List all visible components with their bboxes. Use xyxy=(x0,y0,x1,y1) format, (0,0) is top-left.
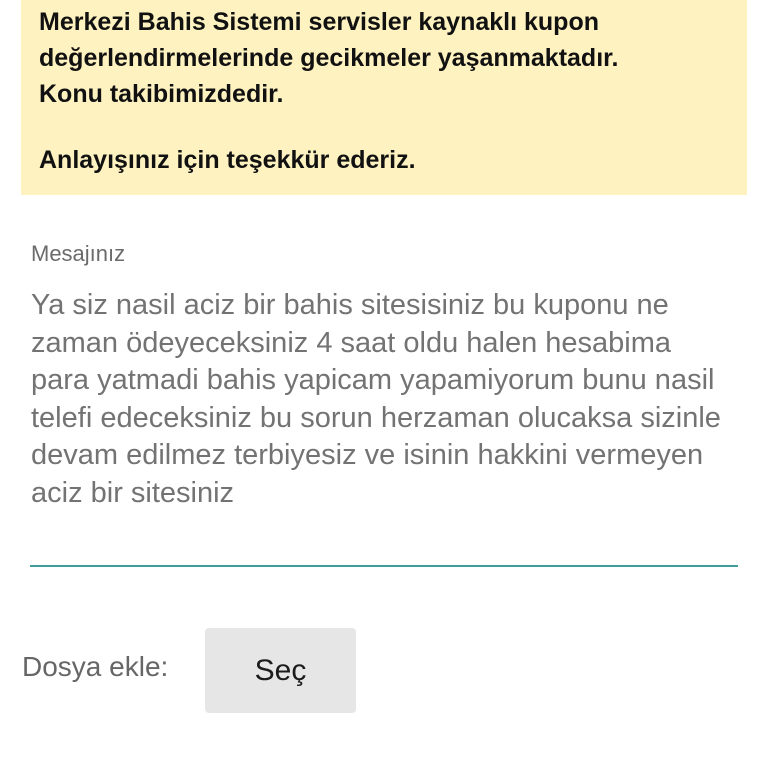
message-field-label: Mesajınız xyxy=(31,241,126,266)
notice-line-4: Anlayışınız için teşekkür ederiz. xyxy=(39,146,416,174)
notice-line-1: Merkezi Bahis Sistemi servisler kaynaklı… xyxy=(39,8,599,36)
message-field-underline xyxy=(30,565,738,567)
notice-line-3: Konu takibimizdedir. xyxy=(39,80,284,108)
attachment-label: Dosya ekle: xyxy=(22,651,169,682)
notice-spacer xyxy=(39,112,729,142)
service-delay-notice: Merkezi Bahis Sistemi servisler kaynaklı… xyxy=(21,0,747,195)
support-message-form: Merkezi Bahis Sistemi servisler kaynaklı… xyxy=(0,0,768,768)
notice-line-2: değerlendirmelerinde gecikmeler yaşanmak… xyxy=(39,44,619,72)
message-textarea[interactable]: Ya siz nasil aciz bir bahis sitesisiniz … xyxy=(31,287,737,512)
choose-file-button[interactable]: Seç xyxy=(205,628,356,713)
